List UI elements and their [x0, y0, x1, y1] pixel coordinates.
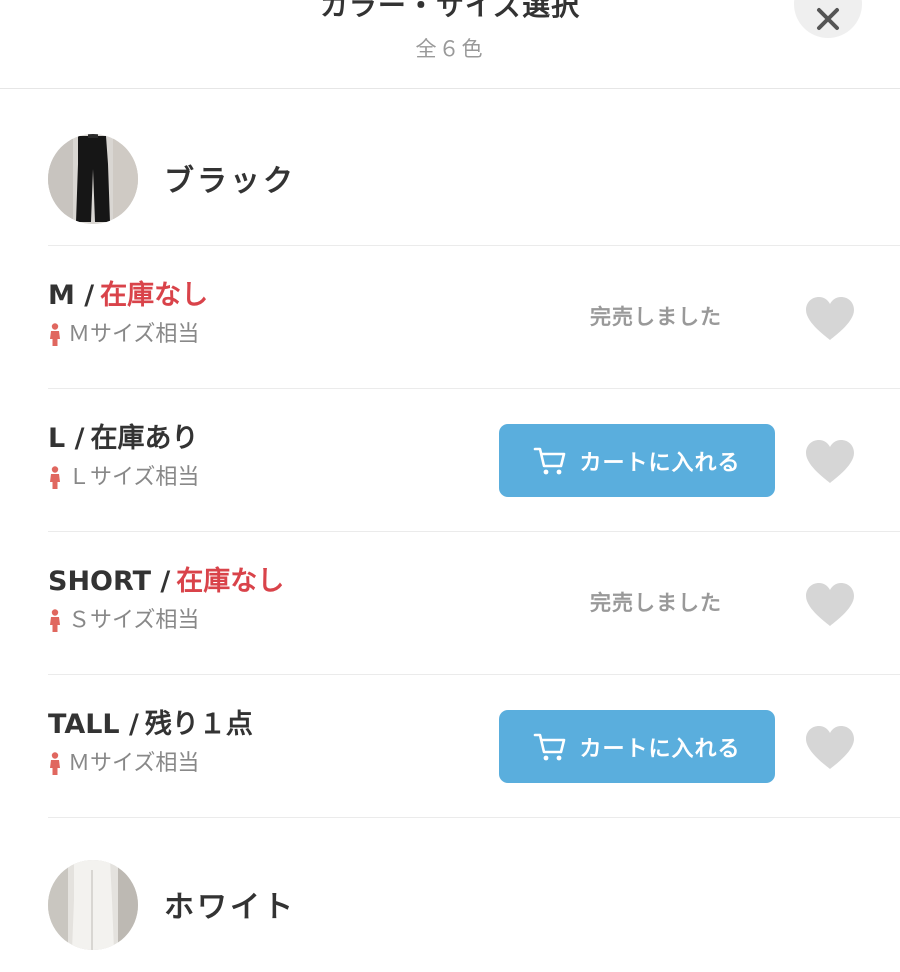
heart-icon[interactable]	[804, 725, 856, 771]
add-to-cart-button[interactable]: カートに入れる	[499, 424, 775, 497]
sold-out-label: 完売しました	[590, 305, 722, 329]
cart-button-label: カートに入れる	[579, 736, 741, 762]
page-title: カラー・サイズ選択	[319, 0, 581, 22]
add-to-cart-button[interactable]: カートに入れる	[499, 710, 775, 783]
fit-label: Ｍサイズ相当	[68, 751, 200, 776]
cart-button-label: カートに入れる	[579, 450, 741, 476]
fit-guide: Ｍサイズ相当	[48, 320, 199, 350]
modal-header: カラー・サイズ選択 全６色	[0, 0, 900, 89]
size-label: M /	[48, 280, 95, 311]
fit-label: Ｓサイズ相当	[68, 608, 200, 633]
color-name: ホワイト	[164, 890, 296, 925]
size-row: TALL / 残り１点 Ｍサイズ相当 カートに入れる	[48, 707, 900, 850]
close-button[interactable]	[794, 0, 862, 38]
color-thumbnail	[48, 860, 138, 950]
size-row: L / 在庫あり Ｌサイズ相当 カートに入れる	[48, 421, 900, 564]
person-icon	[50, 323, 60, 346]
divider	[48, 674, 900, 675]
cart-icon	[534, 733, 566, 760]
close-icon	[817, 8, 839, 30]
color-name: ブラック	[164, 164, 296, 199]
color-thumbnail	[48, 134, 138, 224]
stock-status: 在庫なし	[100, 280, 209, 311]
size-label-line: SHORT / 在庫なし	[48, 564, 284, 600]
size-label-line: M / 在庫なし	[48, 278, 208, 314]
person-icon	[50, 752, 60, 775]
person-icon	[50, 466, 60, 489]
sold-out-label: 完売しました	[590, 591, 722, 615]
color-group-header: ホワイト	[48, 860, 900, 972]
color-count: 全６色	[415, 37, 485, 61]
divider	[48, 531, 900, 532]
fit-label: Ｍサイズ相当	[68, 322, 200, 347]
fit-guide: Ｌサイズ相当	[48, 463, 199, 493]
size-label: SHORT /	[48, 566, 171, 597]
stock-status: 在庫あり	[90, 423, 199, 454]
fit-label: Ｌサイズ相当	[68, 465, 200, 490]
cart-icon	[534, 447, 566, 474]
divider	[48, 245, 900, 246]
size-label-line: L / 在庫あり	[48, 421, 198, 457]
stock-status: 残り１点	[144, 709, 253, 740]
stock-status: 在庫なし	[176, 566, 285, 597]
color-group-header: ブラック	[48, 134, 900, 246]
divider	[48, 817, 900, 818]
person-icon	[50, 609, 60, 632]
fit-guide: Ｍサイズ相当	[48, 749, 199, 779]
size-label-line: TALL / 残り１点	[48, 707, 253, 743]
divider	[48, 388, 900, 389]
size-row: SHORT / 在庫なし Ｓサイズ相当 完売しました	[48, 564, 900, 707]
heart-icon[interactable]	[804, 439, 856, 485]
fit-guide: Ｓサイズ相当	[48, 606, 199, 636]
size-label: TALL /	[48, 709, 139, 740]
heart-icon[interactable]	[804, 296, 856, 342]
size-row: M / 在庫なし Ｍサイズ相当 完売しました	[48, 278, 900, 421]
size-label: L /	[48, 423, 85, 454]
heart-icon[interactable]	[804, 582, 856, 628]
